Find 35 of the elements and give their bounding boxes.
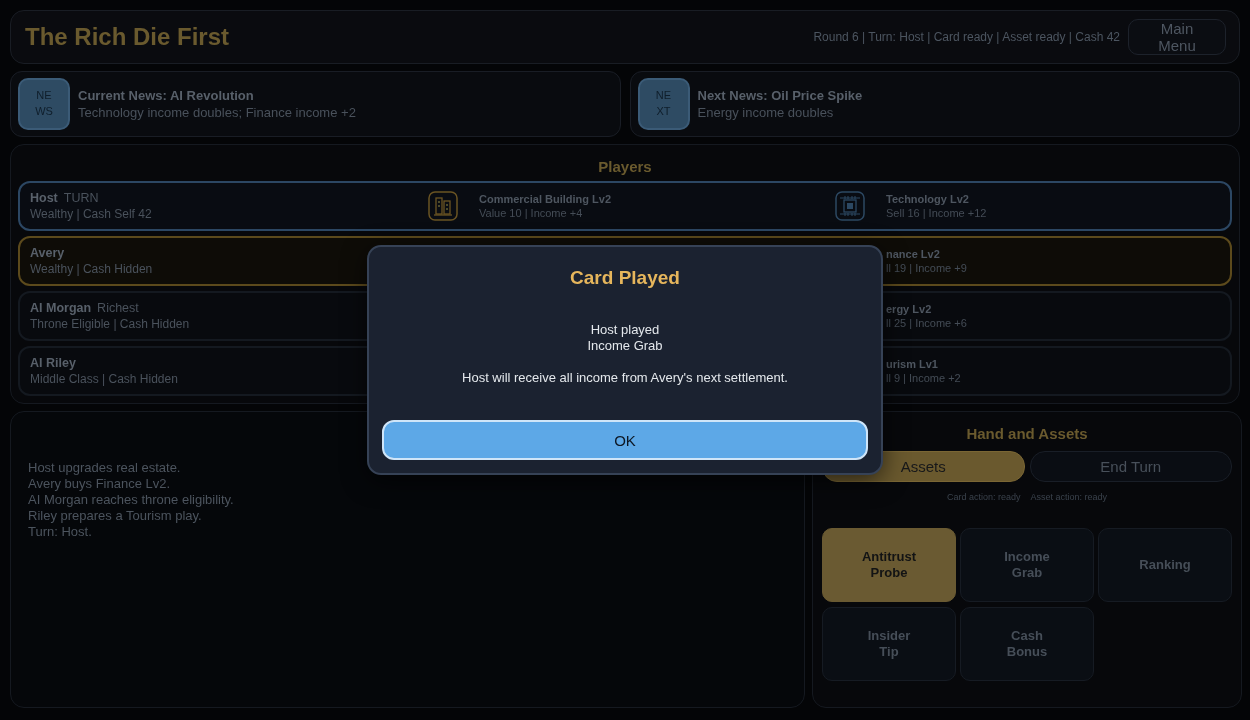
player-tag: Richest xyxy=(97,301,139,315)
log-line: Riley prepares a Tourism play. xyxy=(28,508,202,524)
player-name: AI Riley xyxy=(30,356,76,370)
status-text: Round 6 | Turn: Host | Card ready | Asset ready | Cash 42 xyxy=(813,30,1120,44)
player-detail: Wealthy | Cash Self 42 xyxy=(30,207,152,221)
asset-name: Commercial Building Lv2 xyxy=(479,193,612,205)
log-line: Avery buys Finance Lv2. xyxy=(28,476,171,492)
player-name: Host xyxy=(30,191,58,205)
modal-message: Host will receive all income from Avery's next settlement. xyxy=(462,370,788,386)
player-detail: Middle Class | Cash Hidden xyxy=(30,372,178,386)
asset-detail: Value 10 | Income +4 xyxy=(479,207,583,219)
asset-name: Technology Lv2 xyxy=(886,193,969,205)
player-detail: Throne Eligible | Cash Hidden xyxy=(30,317,190,331)
asset-name: urism Lv1 xyxy=(886,358,938,370)
news-title: Current News: AI Revolution xyxy=(78,88,254,103)
log-line: Host upgrades real estate. xyxy=(28,460,181,476)
modal-line: Income Grab xyxy=(587,338,663,354)
log-line: Turn: Host. xyxy=(28,524,92,540)
player-name: Avery xyxy=(30,246,65,260)
game-title: The Rich Die First xyxy=(25,23,230,51)
news-text: Technology income doubles; Finance income +2 xyxy=(78,105,356,120)
player-name: AI Morgan xyxy=(30,301,92,315)
modal-title: Card Played xyxy=(570,267,680,289)
news-badge: NEWS xyxy=(18,78,70,130)
asset-name: nance Lv2 xyxy=(886,248,940,260)
news-title: Next News: Oil Price Spike xyxy=(697,88,863,103)
news-text: Energy income doubles xyxy=(697,105,834,120)
player-detail: Wealthy | Cash Hidden xyxy=(30,262,153,276)
panel-title: Hand and Assets xyxy=(966,424,1088,442)
modal-line: Host played xyxy=(590,322,660,338)
log-line: AI Morgan reaches throne eligibility. xyxy=(28,492,234,508)
asset-name: ergy Lv2 xyxy=(886,303,932,315)
panel-title: Players xyxy=(598,157,652,175)
asset-detail: Sell 16 | Income +12 xyxy=(886,207,987,219)
player-tag: TURN xyxy=(63,191,99,205)
